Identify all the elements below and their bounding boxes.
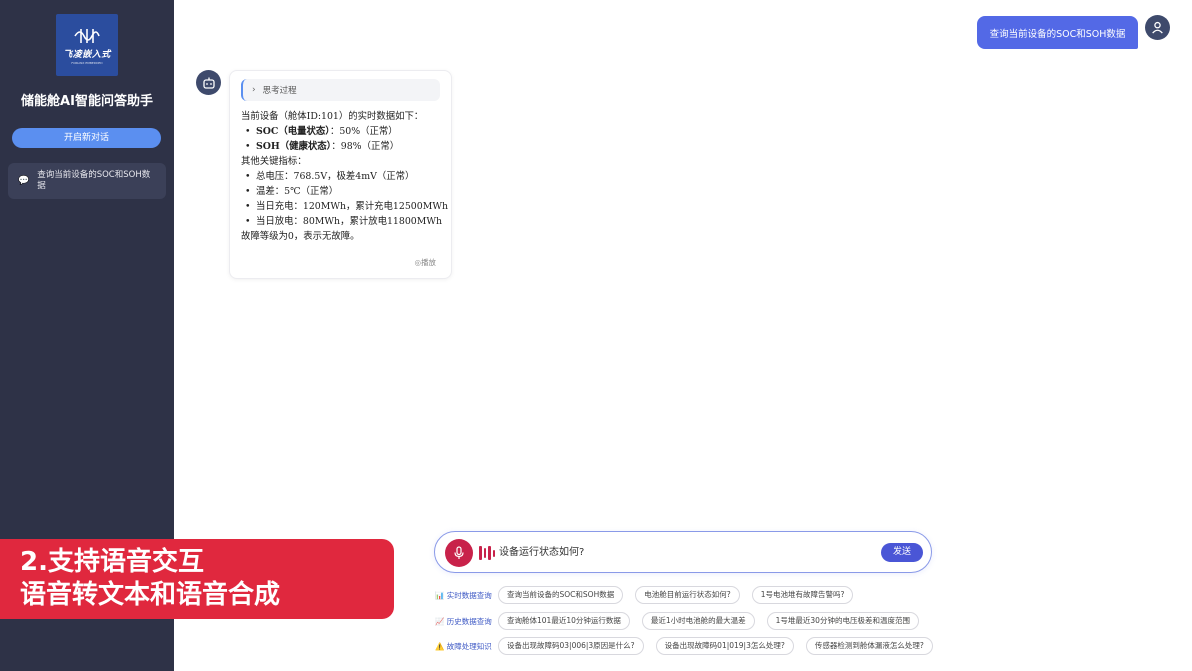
bot-message-card: › 思考过程 当前设备（舱体ID:101）的实时数据如下： SOC（电量状态）：… bbox=[229, 70, 452, 279]
suggestion-chip[interactable]: 1号电池堆有故障告警吗? bbox=[751, 586, 854, 604]
logo-subtext: FORLINX EMBEDDED bbox=[71, 60, 103, 65]
user-icon bbox=[1152, 21, 1163, 34]
thinking-label: 思考过程 bbox=[262, 86, 297, 96]
suggestion-row-history: 📈 历史数据查询 查询舱体101最近10分钟运行数据 最近1小时电池舱的最大温差… bbox=[435, 612, 931, 630]
suggestion-category: 📊 实时数据查询 bbox=[435, 590, 492, 600]
list-item: 当日放电：80MWh，累计放电11800MWh bbox=[241, 214, 442, 229]
suggestion-chip[interactable]: 传感器检测到舱体漏液怎么处理? bbox=[805, 637, 933, 655]
history-item[interactable]: 💬 查询当前设备的SOC和SOH数据 bbox=[8, 163, 166, 199]
answer-conclusion: 故障等级为0，表示无故障。 bbox=[241, 231, 360, 242]
thinking-process-toggle[interactable]: › 思考过程 bbox=[241, 79, 440, 101]
banner-line-2: 语音转文本和语音合成 bbox=[20, 580, 281, 610]
suggestion-chip[interactable]: 最近1小时电池舱的最大温差 bbox=[641, 612, 755, 630]
metric-label: SOC（电量状态） bbox=[256, 126, 330, 137]
suggestion-chip[interactable]: 设备出现故障码01|019|3怎么处理? bbox=[655, 637, 794, 655]
chevron-right-icon: › bbox=[252, 85, 256, 95]
chat-input-box: 发送 bbox=[434, 531, 932, 573]
send-button[interactable]: 发送 bbox=[881, 543, 923, 562]
suggestion-category: ⚠️ 故障处理知识 bbox=[435, 641, 492, 651]
metric-label: SOH（健康状态） bbox=[256, 141, 332, 152]
play-audio-button[interactable]: ◎播放 bbox=[414, 257, 436, 268]
logo-mark-icon bbox=[74, 28, 100, 43]
voice-waveform-icon bbox=[479, 545, 495, 561]
suggestion-category: 📈 历史数据查询 bbox=[435, 616, 492, 626]
bot-avatar bbox=[196, 70, 221, 95]
chat-bubble-icon: 💬 bbox=[18, 176, 30, 186]
history-item-label: 查询当前设备的SOC和SOH数据 bbox=[37, 170, 151, 191]
suggestion-chip[interactable]: 查询当前设备的SOC和SOH数据 bbox=[498, 586, 624, 604]
list-item: SOC（电量状态）：50%（正常） bbox=[241, 124, 440, 139]
suggestion-row-realtime: 📊 实时数据查询 查询当前设备的SOC和SOH数据 电池舱目前运行状态如何? 1… bbox=[435, 586, 865, 604]
metric-value: ：98%（正常） bbox=[331, 141, 400, 152]
robot-icon bbox=[202, 77, 215, 89]
logo-text: 飞凌嵌入式 bbox=[63, 49, 111, 60]
message-input[interactable] bbox=[499, 545, 859, 556]
feature-banner: 2.支持语音交互 语音转文本和语音合成 bbox=[0, 539, 394, 619]
list-item: SOH（健康状态）：98%（正常） bbox=[241, 139, 440, 154]
suggestion-row-fault: ⚠️ 故障处理知识 设备出现故障码03|006|3原因是什么? 设备出现故障码0… bbox=[435, 637, 945, 655]
suggestion-chip[interactable]: 设备出现故障码03|006|3原因是什么? bbox=[498, 637, 644, 655]
brand-logo: 飞凌嵌入式 FORLINX EMBEDDED bbox=[56, 14, 118, 76]
list-item: 总电压：768.5V，极差4mV（正常） bbox=[241, 169, 440, 184]
new-chat-button[interactable]: 开启新对话 bbox=[12, 128, 161, 148]
primary-metrics-list: SOC（电量状态）：50%（正常） SOH（健康状态）：98%（正常） bbox=[241, 124, 440, 154]
user-avatar[interactable] bbox=[1145, 15, 1170, 40]
suggestion-chip[interactable]: 1号堆最近30分钟的电压极差和温度范围 bbox=[766, 612, 919, 630]
suggestion-chip[interactable]: 电池舱目前运行状态如何? bbox=[635, 586, 740, 604]
other-metrics-list: 总电压：768.5V，极差4mV（正常） 温差：5℃（正常） 当日充电：120M… bbox=[241, 169, 448, 229]
banner-line-1: 2.支持语音交互 bbox=[20, 547, 204, 577]
app-title: 储能舱AI智能问答助手 bbox=[21, 94, 153, 109]
user-message-bubble: 查询当前设备的SOC和SOH数据 bbox=[977, 16, 1138, 49]
list-item: 当日充电：120MWh，累计充电12500MWh bbox=[241, 199, 448, 214]
bot-answer: 当前设备（舱体ID:101）的实时数据如下： SOC（电量状态）：50%（正常）… bbox=[241, 109, 448, 244]
answer-intro: 当前设备（舱体ID:101）的实时数据如下： bbox=[241, 111, 424, 122]
microphone-icon bbox=[454, 546, 464, 559]
microphone-button[interactable] bbox=[445, 539, 473, 567]
suggestion-chip[interactable]: 查询舱体101最近10分钟运行数据 bbox=[498, 612, 630, 630]
list-item: 温差：5℃（正常） bbox=[241, 184, 440, 199]
other-metrics-title: 其他关键指标： bbox=[241, 156, 307, 167]
metric-value: ：50%（正常） bbox=[329, 126, 398, 137]
